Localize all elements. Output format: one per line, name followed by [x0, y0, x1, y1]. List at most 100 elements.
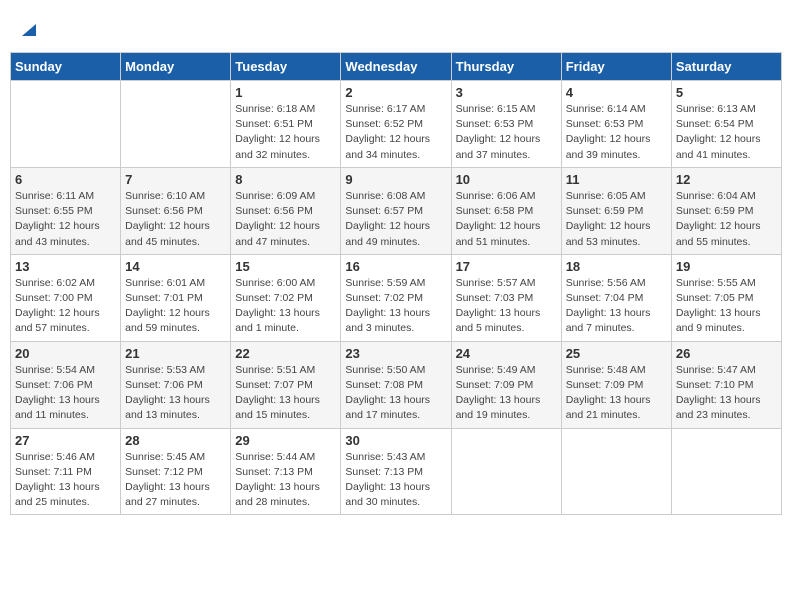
- day-info: Sunrise: 5:49 AM Sunset: 7:09 PM Dayligh…: [456, 363, 557, 424]
- calendar-cell: 21 Sunrise: 5:53 AM Sunset: 7:06 PM Dayli…: [121, 341, 231, 428]
- calendar-cell: 7 Sunrise: 6:10 AM Sunset: 6:56 PM Daylig…: [121, 167, 231, 254]
- day-info: Sunrise: 6:15 AM Sunset: 6:53 PM Dayligh…: [456, 102, 557, 163]
- day-info: Sunrise: 6:09 AM Sunset: 6:56 PM Dayligh…: [235, 189, 336, 250]
- calendar-cell: 25Sunrise: 5:48 AM Sunset: 7:09 PM Dayli…: [561, 341, 671, 428]
- day-info: Sunrise: 5:56 AM Sunset: 7:04 PM Dayligh…: [566, 276, 667, 337]
- calendar-cell: 18 Sunrise: 5:56 AM Sunset: 7:04 PM Dayli…: [561, 254, 671, 341]
- calendar-cell: 17 Sunrise: 5:57 AM Sunset: 7:03 PM Dayli…: [451, 254, 561, 341]
- day-number: 19: [676, 259, 777, 274]
- day-number: 5: [676, 85, 777, 100]
- calendar-cell: 24 Sunrise: 5:49 AM Sunset: 7:09 PM Dayli…: [451, 341, 561, 428]
- calendar-cell: 2 Sunrise: 6:17 AM Sunset: 6:52 PM Daylig…: [341, 81, 451, 168]
- day-number: 1: [235, 85, 336, 100]
- logo: [16, 14, 40, 40]
- calendar-cell: [451, 428, 561, 515]
- day-number: 6: [15, 172, 116, 187]
- calendar-cell: 28 Sunrise: 5:45 AM Sunset: 7:12 PM Dayli…: [121, 428, 231, 515]
- day-info: Sunrise: 6:04 AM Sunset: 6:59 PM Dayligh…: [676, 189, 777, 250]
- day-number: 12: [676, 172, 777, 187]
- calendar-cell: 26 Sunrise: 5:47 AM Sunset: 7:10 PM Dayli…: [671, 341, 781, 428]
- day-info: Sunrise: 5:48 AM Sunset: 7:09 PM Dayligh…: [566, 363, 667, 424]
- day-info: Sunrise: 6:05 AM Sunset: 6:59 PM Dayligh…: [566, 189, 667, 250]
- day-number: 29: [235, 433, 336, 448]
- calendar-cell: 23 Sunrise: 5:50 AM Sunset: 7:08 PM Dayli…: [341, 341, 451, 428]
- calendar-cell: [671, 428, 781, 515]
- day-number: 17: [456, 259, 557, 274]
- calendar-cell: 29 Sunrise: 5:44 AM Sunset: 7:13 PM Dayli…: [231, 428, 341, 515]
- day-info: Sunrise: 5:45 AM Sunset: 7:12 PM Dayligh…: [125, 450, 226, 511]
- day-number: 18: [566, 259, 667, 274]
- day-number: 30: [345, 433, 446, 448]
- day-info: Sunrise: 5:59 AM Sunset: 7:02 PM Dayligh…: [345, 276, 446, 337]
- calendar-cell: 1 Sunrise: 6:18 AM Sunset: 6:51 PM Daylig…: [231, 81, 341, 168]
- day-number: 8: [235, 172, 336, 187]
- day-info: Sunrise: 5:51 AM Sunset: 7:07 PM Dayligh…: [235, 363, 336, 424]
- day-info: Sunrise: 6:01 AM Sunset: 7:01 PM Dayligh…: [125, 276, 226, 337]
- day-info: Sunrise: 6:14 AM Sunset: 6:53 PM Dayligh…: [566, 102, 667, 163]
- day-number: 24: [456, 346, 557, 361]
- day-number: 23: [345, 346, 446, 361]
- calendar-cell: 16 Sunrise: 5:59 AM Sunset: 7:02 PM Dayli…: [341, 254, 451, 341]
- day-number: 16: [345, 259, 446, 274]
- calendar-body: 1 Sunrise: 6:18 AM Sunset: 6:51 PM Daylig…: [11, 81, 782, 515]
- header-row: SundayMondayTuesdayWednesdayThursdayFrid…: [11, 53, 782, 81]
- calendar-cell: 9Sunrise: 6:08 AM Sunset: 6:57 PM Daylig…: [341, 167, 451, 254]
- day-number: 2: [345, 85, 446, 100]
- week-row-5: 27 Sunrise: 5:46 AM Sunset: 7:11 PM Dayli…: [11, 428, 782, 515]
- day-number: 4: [566, 85, 667, 100]
- calendar-cell: 3 Sunrise: 6:15 AM Sunset: 6:53 PM Daylig…: [451, 81, 561, 168]
- day-info: Sunrise: 5:46 AM Sunset: 7:11 PM Dayligh…: [15, 450, 116, 511]
- day-info: Sunrise: 5:47 AM Sunset: 7:10 PM Dayligh…: [676, 363, 777, 424]
- day-info: Sunrise: 5:55 AM Sunset: 7:05 PM Dayligh…: [676, 276, 777, 337]
- day-number: 7: [125, 172, 226, 187]
- day-info: Sunrise: 6:06 AM Sunset: 6:58 PM Dayligh…: [456, 189, 557, 250]
- week-row-4: 20 Sunrise: 5:54 AM Sunset: 7:06 PM Dayli…: [11, 341, 782, 428]
- header-cell-friday: Friday: [561, 53, 671, 81]
- header-cell-sunday: Sunday: [11, 53, 121, 81]
- calendar-cell: [561, 428, 671, 515]
- calendar-cell: 4 Sunrise: 6:14 AM Sunset: 6:53 PM Daylig…: [561, 81, 671, 168]
- day-info: Sunrise: 6:18 AM Sunset: 6:51 PM Dayligh…: [235, 102, 336, 163]
- week-row-3: 13Sunrise: 6:02 AM Sunset: 7:00 PM Dayli…: [11, 254, 782, 341]
- day-number: 20: [15, 346, 116, 361]
- day-info: Sunrise: 5:44 AM Sunset: 7:13 PM Dayligh…: [235, 450, 336, 511]
- day-info: Sunrise: 6:08 AM Sunset: 6:57 PM Dayligh…: [345, 189, 446, 250]
- day-number: 22: [235, 346, 336, 361]
- calendar-cell: 19 Sunrise: 5:55 AM Sunset: 7:05 PM Dayli…: [671, 254, 781, 341]
- day-info: Sunrise: 6:00 AM Sunset: 7:02 PM Dayligh…: [235, 276, 336, 337]
- calendar-table: SundayMondayTuesdayWednesdayThursdayFrid…: [10, 52, 782, 515]
- day-number: 27: [15, 433, 116, 448]
- header-cell-tuesday: Tuesday: [231, 53, 341, 81]
- day-number: 14: [125, 259, 226, 274]
- week-row-1: 1 Sunrise: 6:18 AM Sunset: 6:51 PM Daylig…: [11, 81, 782, 168]
- calendar-cell: 10Sunrise: 6:06 AM Sunset: 6:58 PM Dayli…: [451, 167, 561, 254]
- day-number: 11: [566, 172, 667, 187]
- day-info: Sunrise: 6:17 AM Sunset: 6:52 PM Dayligh…: [345, 102, 446, 163]
- day-number: 21: [125, 346, 226, 361]
- calendar-cell: 14 Sunrise: 6:01 AM Sunset: 7:01 PM Dayli…: [121, 254, 231, 341]
- day-info: Sunrise: 5:57 AM Sunset: 7:03 PM Dayligh…: [456, 276, 557, 337]
- day-info: Sunrise: 5:50 AM Sunset: 7:08 PM Dayligh…: [345, 363, 446, 424]
- day-number: 3: [456, 85, 557, 100]
- calendar-cell: 12 Sunrise: 6:04 AM Sunset: 6:59 PM Dayli…: [671, 167, 781, 254]
- calendar-cell: 27 Sunrise: 5:46 AM Sunset: 7:11 PM Dayli…: [11, 428, 121, 515]
- day-number: 26: [676, 346, 777, 361]
- page-header: [10, 10, 782, 44]
- calendar-cell: 13Sunrise: 6:02 AM Sunset: 7:00 PM Dayli…: [11, 254, 121, 341]
- day-info: Sunrise: 6:11 AM Sunset: 6:55 PM Dayligh…: [15, 189, 116, 250]
- calendar-cell: 20 Sunrise: 5:54 AM Sunset: 7:06 PM Dayli…: [11, 341, 121, 428]
- calendar-cell: 11 Sunrise: 6:05 AM Sunset: 6:59 PM Dayli…: [561, 167, 671, 254]
- calendar-cell: 5 Sunrise: 6:13 AM Sunset: 6:54 PM Daylig…: [671, 81, 781, 168]
- header-cell-wednesday: Wednesday: [341, 53, 451, 81]
- calendar-cell: [11, 81, 121, 168]
- week-row-2: 6 Sunrise: 6:11 AM Sunset: 6:55 PM Daylig…: [11, 167, 782, 254]
- day-number: 28: [125, 433, 226, 448]
- day-info: Sunrise: 5:53 AM Sunset: 7:06 PM Dayligh…: [125, 363, 226, 424]
- day-info: Sunrise: 5:54 AM Sunset: 7:06 PM Dayligh…: [15, 363, 116, 424]
- day-info: Sunrise: 6:13 AM Sunset: 6:54 PM Dayligh…: [676, 102, 777, 163]
- day-info: Sunrise: 6:10 AM Sunset: 6:56 PM Dayligh…: [125, 189, 226, 250]
- calendar-cell: 22 Sunrise: 5:51 AM Sunset: 7:07 PM Dayli…: [231, 341, 341, 428]
- calendar-cell: 8 Sunrise: 6:09 AM Sunset: 6:56 PM Daylig…: [231, 167, 341, 254]
- logo-icon: [18, 18, 40, 40]
- calendar-cell: 15Sunrise: 6:00 AM Sunset: 7:02 PM Dayli…: [231, 254, 341, 341]
